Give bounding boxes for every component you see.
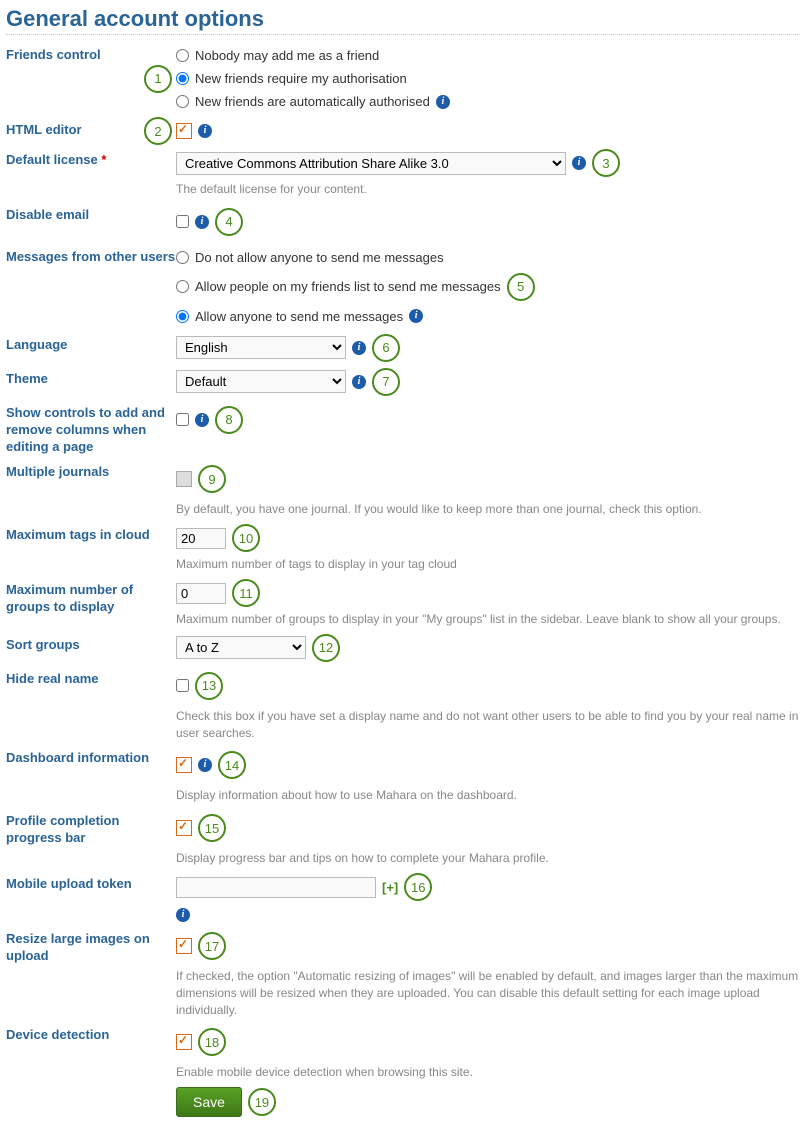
info-icon[interactable]: i: [195, 413, 209, 427]
journals-checkbox: [176, 471, 192, 487]
friends-nobody-text: Nobody may add me as a friend: [195, 48, 379, 63]
resize-label: Resize large images on upload: [6, 928, 176, 965]
language-select[interactable]: English: [176, 336, 346, 359]
marker-13: 13: [195, 672, 223, 700]
friends-control-label: Friends control: [6, 44, 176, 64]
messages-anyone-radio[interactable]: [176, 310, 189, 323]
save-button[interactable]: Save: [176, 1087, 242, 1117]
marker-18: 18: [198, 1028, 226, 1056]
hide-name-desc: Check this box if you have set a display…: [176, 708, 800, 742]
dashboard-checkbox[interactable]: [176, 757, 192, 773]
disable-email-checkbox[interactable]: [176, 215, 189, 228]
marker-14: 14: [218, 751, 246, 779]
default-license-label: Default license *: [6, 149, 176, 169]
theme-select[interactable]: Default: [176, 370, 346, 393]
theme-label: Theme: [6, 368, 176, 388]
resize-checkbox[interactable]: [176, 938, 192, 954]
sort-groups-label: Sort groups: [6, 634, 176, 654]
messages-friends-text: Allow people on my friends list to send …: [195, 279, 501, 294]
marker-6: 6: [372, 334, 400, 362]
info-icon[interactable]: i: [195, 215, 209, 229]
info-icon[interactable]: i: [176, 908, 190, 922]
addremove-checkbox[interactable]: [176, 413, 189, 426]
marker-2: 2: [144, 117, 172, 145]
friends-auto-radio[interactable]: [176, 95, 189, 108]
mobile-token-label: Mobile upload token: [6, 873, 176, 893]
hide-name-checkbox[interactable]: [176, 679, 189, 692]
marker-9: 9: [198, 465, 226, 493]
info-icon[interactable]: i: [409, 309, 423, 323]
info-icon[interactable]: i: [352, 375, 366, 389]
messages-none-radio[interactable]: [176, 251, 189, 264]
dashboard-desc: Display information about how to use Mah…: [176, 787, 800, 804]
progress-checkbox[interactable]: [176, 820, 192, 836]
tags-label: Maximum tags in cloud: [6, 524, 176, 544]
marker-16: 16: [404, 873, 432, 901]
progress-desc: Display progress bar and tips on how to …: [176, 850, 800, 867]
spacer: [6, 1087, 176, 1090]
groups-num-input[interactable]: [176, 583, 226, 604]
dashboard-label: Dashboard information: [6, 747, 176, 767]
messages-none-text: Do not allow anyone to send me messages: [195, 250, 444, 265]
sort-groups-select[interactable]: A to Z: [176, 636, 306, 659]
friends-auto-text: New friends are automatically authorised: [195, 94, 430, 109]
info-icon[interactable]: i: [572, 156, 586, 170]
marker-10: 10: [232, 524, 260, 552]
friends-auth-text: New friends require my authorisation: [195, 71, 407, 86]
marker-17: 17: [198, 932, 226, 960]
info-icon[interactable]: i: [352, 341, 366, 355]
info-icon[interactable]: i: [436, 95, 450, 109]
marker-1: 1: [144, 65, 172, 93]
journals-desc: By default, you have one journal. If you…: [176, 501, 800, 518]
add-token-button[interactable]: [+]: [382, 880, 398, 895]
groups-num-desc: Maximum number of groups to display in y…: [176, 611, 800, 628]
page-heading: General account options: [6, 6, 800, 35]
marker-4: 4: [215, 208, 243, 236]
marker-8: 8: [215, 406, 243, 434]
marker-19: 19: [248, 1088, 276, 1116]
marker-7: 7: [372, 368, 400, 396]
required-mark: *: [101, 152, 106, 167]
marker-5: 5: [507, 273, 535, 301]
disable-email-label: Disable email: [6, 204, 176, 224]
default-license-select[interactable]: Creative Commons Attribution Share Alike…: [176, 152, 566, 175]
messages-friends-radio[interactable]: [176, 280, 189, 293]
device-desc: Enable mobile device detection when brow…: [176, 1064, 800, 1081]
device-checkbox[interactable]: [176, 1034, 192, 1050]
marker-3: 3: [592, 149, 620, 177]
marker-15: 15: [198, 814, 226, 842]
device-label: Device detection: [6, 1024, 176, 1044]
tags-input[interactable]: [176, 528, 226, 549]
info-icon[interactable]: i: [198, 124, 212, 138]
license-desc: The default license for your content.: [176, 181, 800, 198]
marker-12: 12: [312, 634, 340, 662]
resize-desc: If checked, the option "Automatic resizi…: [176, 968, 800, 1018]
mobile-token-input[interactable]: [176, 877, 376, 898]
messages-label: Messages from other users: [6, 246, 176, 266]
marker-11: 11: [232, 579, 260, 607]
friends-auth-radio[interactable]: [176, 72, 189, 85]
journals-label: Multiple journals: [6, 461, 176, 481]
language-label: Language: [6, 334, 176, 354]
progress-label: Profile completion progress bar: [6, 810, 176, 847]
addremove-label: Show controls to add and remove columns …: [6, 402, 176, 456]
messages-anyone-text: Allow anyone to send me messages: [195, 309, 403, 324]
info-icon[interactable]: i: [198, 758, 212, 772]
groups-num-label: Maximum number of groups to display: [6, 579, 176, 616]
friends-nobody-radio[interactable]: [176, 49, 189, 62]
html-editor-checkbox[interactable]: [176, 123, 192, 139]
hide-name-label: Hide real name: [6, 668, 176, 688]
tags-desc: Maximum number of tags to display in you…: [176, 556, 800, 573]
